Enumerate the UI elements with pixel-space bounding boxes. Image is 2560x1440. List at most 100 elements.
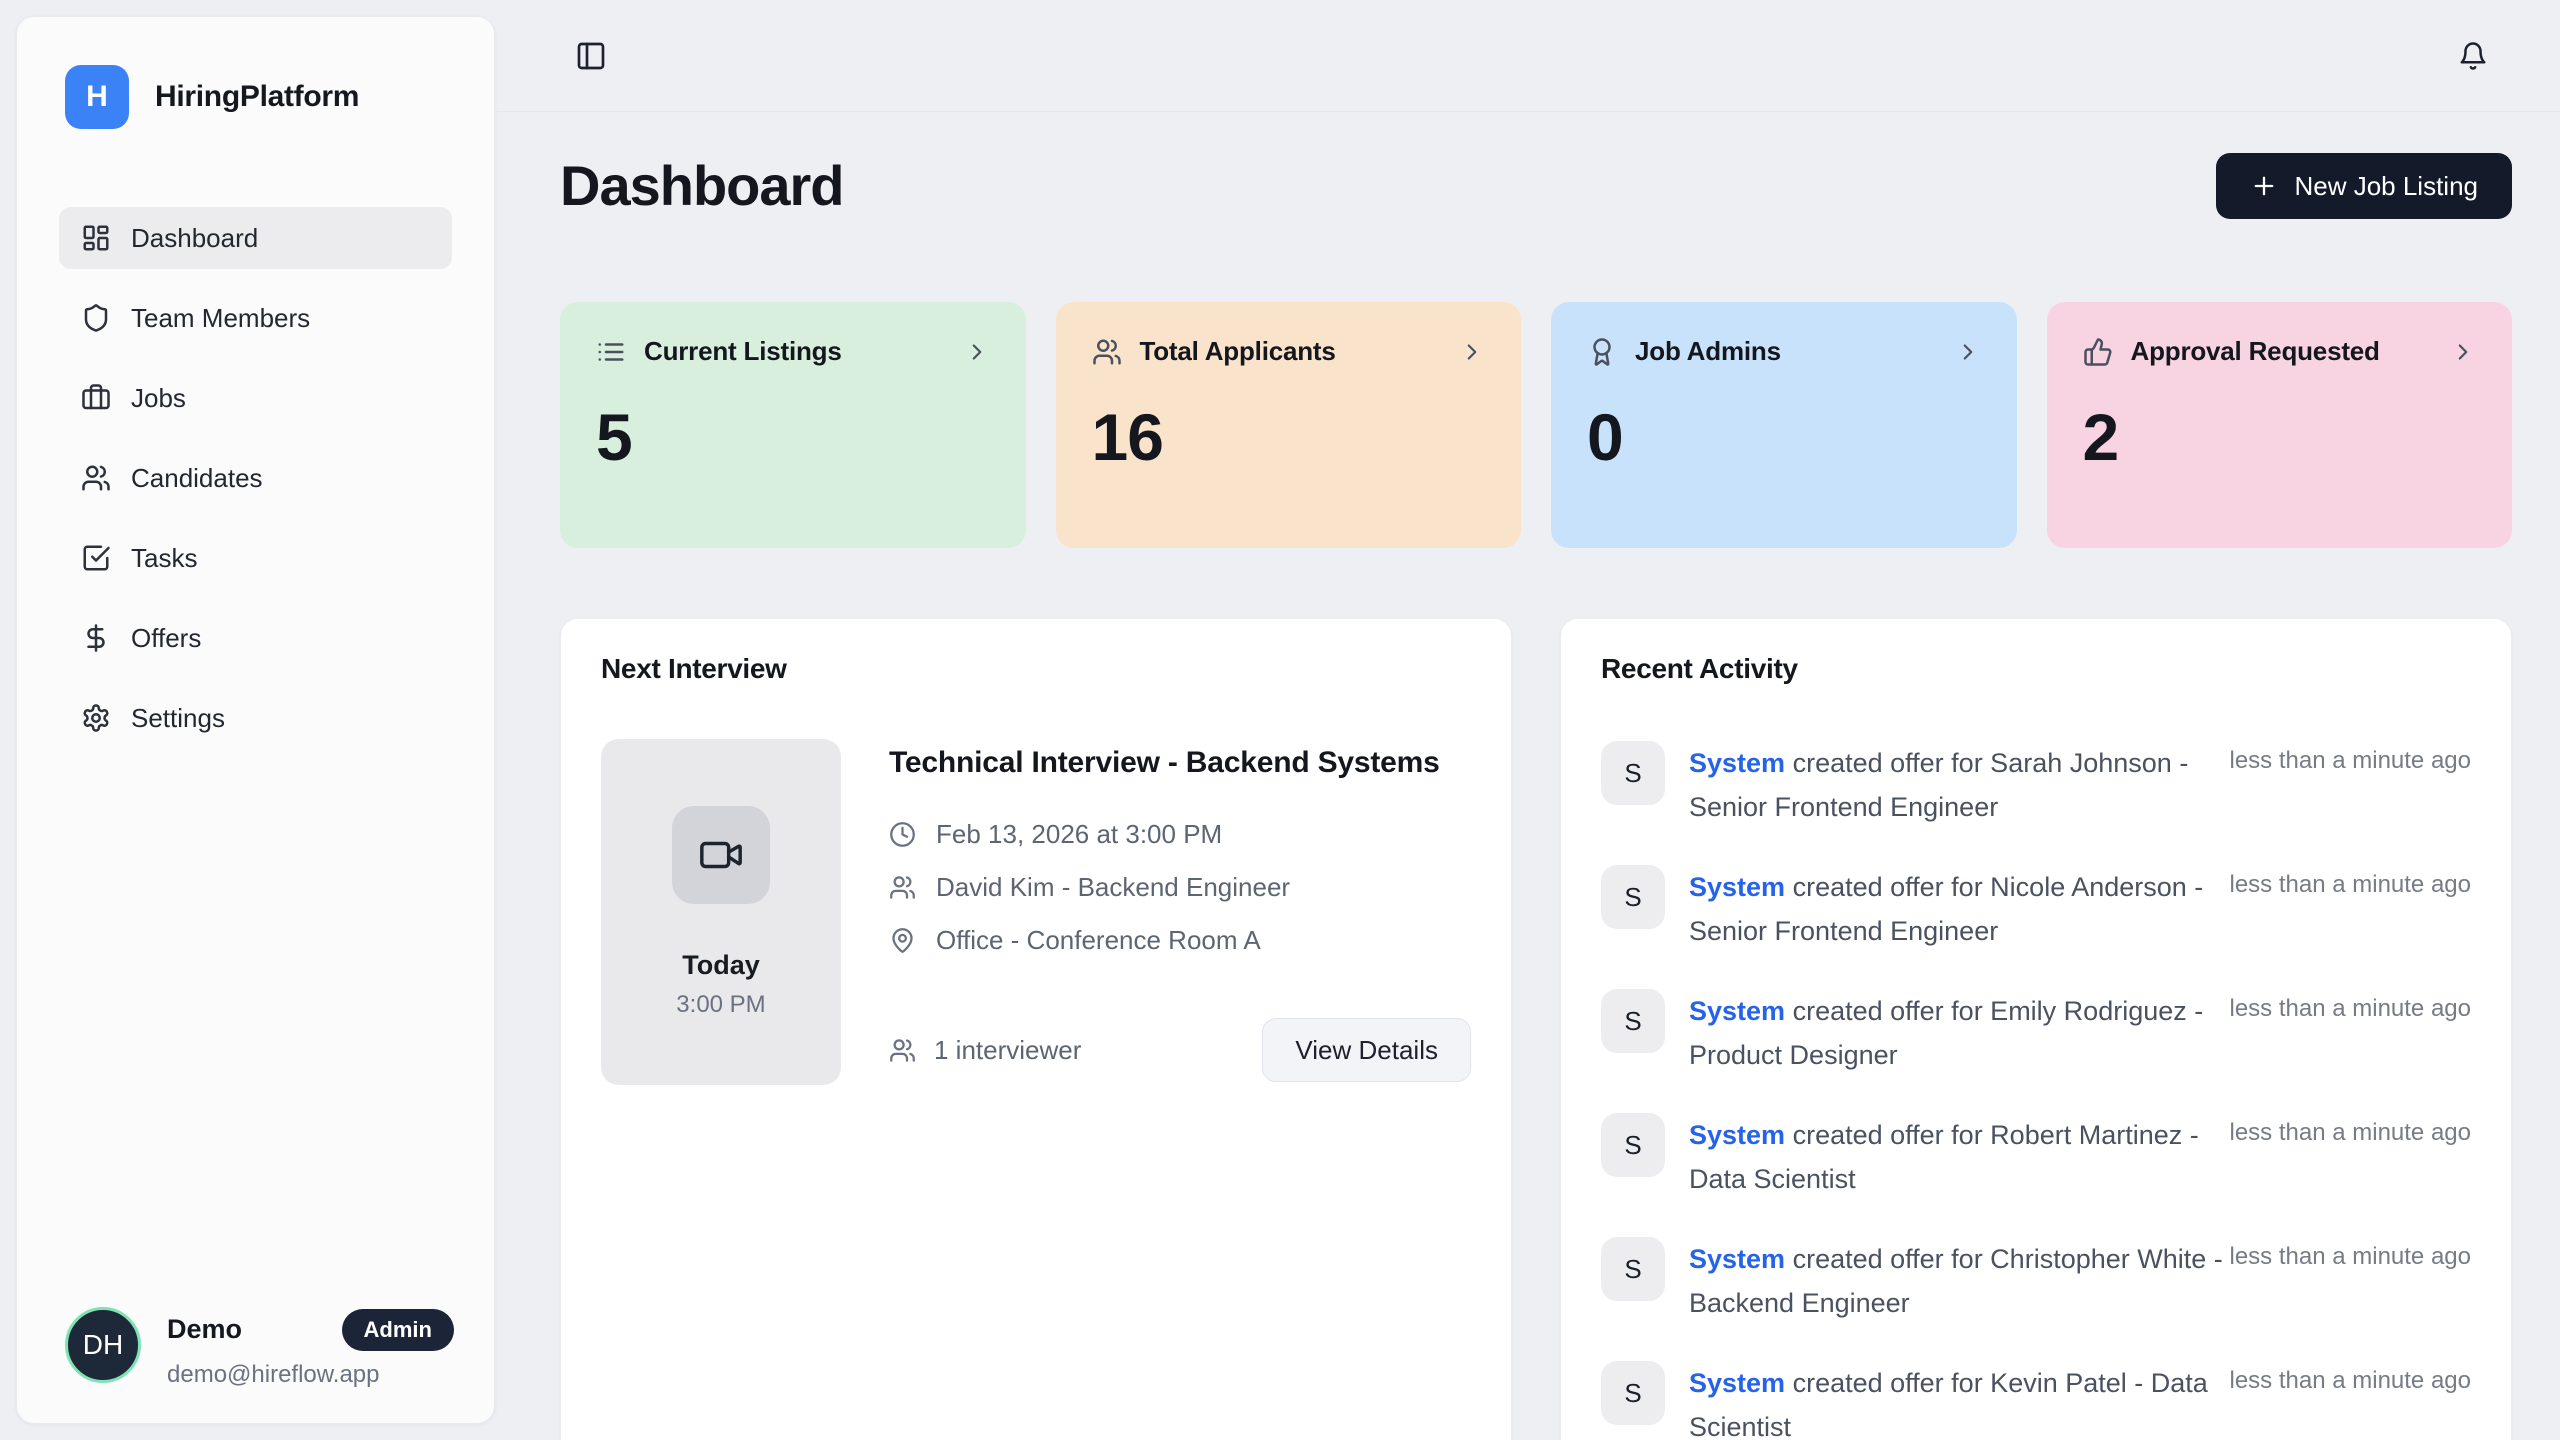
activity-actor-link[interactable]: System — [1689, 1368, 1785, 1398]
activity-item: S System created offer for Christopher W… — [1601, 1237, 2471, 1325]
brand-logo: H — [65, 65, 129, 129]
avatar: DH — [65, 1307, 141, 1383]
activity-timestamp: less than a minute ago — [2230, 865, 2472, 899]
activity-actor-link[interactable]: System — [1689, 996, 1785, 1026]
stat-value: 0 — [1587, 399, 1981, 475]
activity-timestamp: less than a minute ago — [2230, 1237, 2472, 1271]
activity-avatar: S — [1601, 989, 1665, 1053]
stat-card-job-admins[interactable]: Job Admins 0 — [1551, 302, 2017, 548]
activity-actor-link[interactable]: System — [1689, 1244, 1785, 1274]
stat-label: Total Applicants — [1140, 336, 1336, 367]
bell-icon — [2458, 41, 2488, 71]
activity-avatar: S — [1601, 865, 1665, 929]
map-pin-icon — [889, 927, 916, 954]
stat-label: Current Listings — [644, 336, 842, 367]
sidebar-item-candidates[interactable]: Candidates — [59, 447, 452, 509]
sidebar-item-settings[interactable]: Settings — [59, 687, 452, 749]
brand-name: HiringPlatform — [155, 80, 359, 114]
activity-avatar: S — [1601, 1113, 1665, 1177]
users-icon — [1092, 337, 1122, 367]
sidebar-item-jobs[interactable]: Jobs — [59, 367, 452, 429]
stat-value: 16 — [1092, 399, 1486, 475]
sidebar-nav: Dashboard Team Members Jobs Candidates T… — [17, 207, 494, 749]
stat-value: 5 — [596, 399, 990, 475]
avatar-initials: DH — [83, 1329, 123, 1361]
sidebar-item-label: Candidates — [131, 463, 263, 494]
topbar — [495, 0, 2560, 112]
activity-avatar: S — [1601, 1237, 1665, 1301]
interview-time: 3:00 PM — [676, 991, 765, 1019]
sidebar-item-label: Team Members — [131, 303, 310, 334]
sidebar-item-dashboard[interactable]: Dashboard — [59, 207, 452, 269]
activity-actor-link[interactable]: System — [1689, 872, 1785, 902]
user-meta: Demo Admin demo@hireflow.app — [167, 1307, 454, 1389]
activity-actor-link[interactable]: System — [1689, 748, 1785, 778]
stat-label: Job Admins — [1635, 336, 1781, 367]
stat-card-total-applicants[interactable]: Total Applicants 16 — [1056, 302, 1522, 548]
content: Dashboard New Job Listing Current Listin… — [495, 152, 2560, 1440]
user-email: demo@hireflow.app — [167, 1361, 454, 1389]
plus-icon — [2250, 172, 2278, 200]
view-details-button[interactable]: View Details — [1262, 1018, 1471, 1082]
interview-title: Technical Interview - Backend Systems — [889, 739, 1471, 787]
video-icon — [698, 832, 744, 878]
brand: H HiringPlatform — [17, 17, 494, 129]
chevron-right-icon[interactable] — [1955, 339, 1981, 365]
users-icon — [889, 874, 916, 901]
interview-day: Today — [682, 950, 760, 981]
sidebar-toggle-button[interactable] — [575, 40, 607, 72]
shield-icon — [81, 303, 111, 333]
layout-dashboard-icon — [81, 223, 111, 253]
briefcase-icon — [81, 383, 111, 413]
activity-timestamp: less than a minute ago — [2230, 741, 2472, 775]
activity-item: S System created offer for Emily Rodrigu… — [1601, 989, 2471, 1077]
interview-thumbnail: Today 3:00 PM — [601, 739, 841, 1085]
chevron-right-icon[interactable] — [2450, 339, 2476, 365]
user-name: Demo — [167, 1314, 242, 1345]
chevron-right-icon[interactable] — [964, 339, 990, 365]
sidebar-item-label: Dashboard — [131, 223, 258, 254]
sidebar-item-tasks[interactable]: Tasks — [59, 527, 452, 589]
notifications-button[interactable] — [2458, 41, 2488, 71]
interview-datetime-row: Feb 13, 2026 at 3:00 PM — [889, 819, 1471, 850]
sidebar-item-label: Settings — [131, 703, 225, 734]
clock-icon — [889, 821, 916, 848]
activity-avatar: S — [1601, 741, 1665, 805]
interview-person-row: David Kim - Backend Engineer — [889, 872, 1471, 903]
activity-timestamp: less than a minute ago — [2230, 989, 2472, 1023]
stat-label: Approval Requested — [2131, 336, 2380, 367]
activity-item: S System created offer for Sarah Johnson… — [1601, 741, 2471, 829]
stat-card-current-listings[interactable]: Current Listings 5 — [560, 302, 1026, 548]
sidebar-user[interactable]: DH Demo Admin demo@hireflow.app — [65, 1307, 454, 1389]
brand-logo-letter: H — [86, 80, 108, 114]
activity-actor-link[interactable]: System — [1689, 1120, 1785, 1150]
panel-left-icon — [575, 40, 607, 72]
users-icon — [889, 1037, 916, 1064]
thumbs-up-icon — [2083, 337, 2113, 367]
gear-icon — [81, 703, 111, 733]
activity-timestamp: less than a minute ago — [2230, 1361, 2472, 1395]
stat-card-approval-requested[interactable]: Approval Requested 2 — [2047, 302, 2513, 548]
activity-item: S System created offer for Nicole Anders… — [1601, 865, 2471, 953]
sidebar-item-label: Jobs — [131, 383, 186, 414]
dollar-icon — [81, 623, 111, 653]
activity-item: S System created offer for Kevin Patel -… — [1601, 1361, 2471, 1440]
stat-value: 2 — [2083, 399, 2477, 475]
activity-list: S System created offer for Sarah Johnson… — [1601, 741, 2471, 1440]
page-title: Dashboard — [560, 152, 844, 220]
recent-activity-title: Recent Activity — [1601, 653, 2471, 685]
sidebar-item-offers[interactable]: Offers — [59, 607, 452, 669]
sidebar: H HiringPlatform Dashboard Team Members … — [16, 16, 495, 1424]
sidebar-item-label: Tasks — [131, 543, 197, 574]
recent-activity-panel: Recent Activity S System created offer f… — [1560, 618, 2512, 1440]
sidebar-item-team-members[interactable]: Team Members — [59, 287, 452, 349]
new-job-listing-button[interactable]: New Job Listing — [2216, 153, 2512, 219]
sidebar-item-label: Offers — [131, 623, 201, 654]
stats-grid: Current Listings 5 Total Applicants 16 — [560, 302, 2512, 548]
activity-avatar: S — [1601, 1361, 1665, 1425]
main-area: Dashboard New Job Listing Current Listin… — [495, 0, 2560, 1440]
list-icon — [596, 337, 626, 367]
activity-timestamp: less than a minute ago — [2230, 1113, 2472, 1147]
role-badge: Admin — [342, 1309, 454, 1351]
chevron-right-icon[interactable] — [1459, 339, 1485, 365]
